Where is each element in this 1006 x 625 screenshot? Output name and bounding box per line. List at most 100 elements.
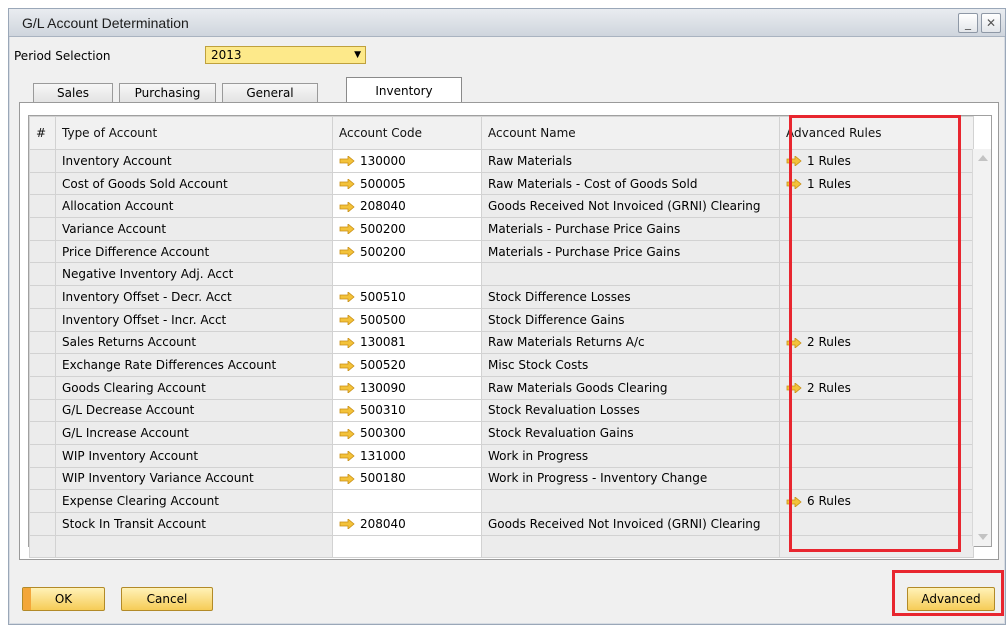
row-number-cell[interactable] [29,262,56,287]
account-code-value: 208040 [360,516,406,531]
account-type-cell: Expense Clearing Account [55,489,333,513]
tab-inventory[interactable]: Inventory [346,77,462,103]
row-number-cell[interactable] [29,285,56,309]
column-header-number: # [29,116,56,150]
link-arrow-icon[interactable] [339,247,355,258]
link-arrow-icon[interactable] [339,292,355,303]
link-arrow-icon[interactable] [339,428,355,439]
account-code-cell[interactable]: 500520 [332,353,482,377]
account-code-cell[interactable]: 131000 [332,443,482,468]
row-number-cell[interactable] [29,239,56,264]
account-name-cell: Raw Materials [481,149,780,173]
account-name-cell [481,534,780,559]
account-type-cell: Exchange Rate Differences Account [55,353,333,377]
account-name-cell: Raw Materials Goods Clearing [481,375,780,400]
row-number-cell[interactable] [29,443,56,468]
link-arrow-icon[interactable] [339,383,355,394]
minimize-button[interactable]: _ [958,13,978,33]
account-type-cell: Sales Returns Account [55,330,333,355]
account-code-cell[interactable]: 500005 [332,171,482,196]
cancel-button[interactable]: Cancel [121,587,213,611]
account-name-cell: Work in Progress [481,443,780,468]
row-number-cell[interactable] [29,466,56,491]
tab-purchasing[interactable]: Purchasing [119,83,216,103]
link-arrow-icon[interactable] [339,473,355,484]
account-code-value: 130081 [360,335,406,350]
account-name-cell: Stock Revaluation Losses [481,398,780,423]
chevron-down-icon[interactable]: ▼ [354,47,361,63]
account-code-value: 500520 [360,358,406,373]
close-button[interactable]: ✕ [981,13,1001,33]
account-code-value: 130000 [360,153,406,168]
account-code-cell[interactable]: 500300 [332,421,482,445]
tab-general[interactable]: General [222,83,318,103]
row-number-cell[interactable] [29,149,56,173]
advanced-button[interactable]: Advanced [907,587,995,611]
account-code-cell[interactable]: 208040 [332,194,482,219]
account-code-value: 500500 [360,312,406,327]
scroll-up-icon[interactable] [978,155,988,161]
link-arrow-icon[interactable] [339,201,355,212]
column-header-code: Account Code [332,116,482,150]
link-arrow-icon[interactable] [339,360,355,371]
link-arrow-icon[interactable] [339,451,355,462]
account-code-cell[interactable]: 130090 [332,375,482,400]
account-code-cell[interactable]: 130000 [332,149,482,173]
link-arrow-icon[interactable] [339,337,355,348]
row-number-cell[interactable] [29,489,56,513]
link-arrow-icon[interactable] [339,179,355,190]
account-code-value: 500510 [360,289,406,304]
row-number-cell[interactable] [29,217,56,241]
account-type-cell: WIP Inventory Variance Account [55,466,333,491]
account-name-cell: Raw Materials Returns A/c [481,330,780,355]
account-type-cell [55,534,333,559]
account-code-cell[interactable]: 500200 [332,239,482,264]
link-arrow-icon[interactable] [339,519,355,530]
row-number-cell[interactable] [29,307,56,332]
account-code-cell[interactable] [332,489,482,513]
account-type-cell: G/L Increase Account [55,421,333,445]
link-arrow-icon[interactable] [339,224,355,235]
scroll-down-icon[interactable] [978,534,988,540]
link-arrow-icon[interactable] [339,405,355,416]
account-code-cell[interactable]: 500180 [332,466,482,491]
account-code-cell[interactable]: 500310 [332,398,482,423]
link-arrow-icon[interactable] [339,156,355,167]
account-code-value: 500005 [360,176,406,191]
row-number-cell[interactable] [29,421,56,445]
row-number-cell[interactable] [29,194,56,219]
account-type-cell: Price Difference Account [55,239,333,264]
account-code-value: 131000 [360,448,406,463]
account-code-cell[interactable] [332,534,482,559]
account-name-cell: Materials - Purchase Price Gains [481,239,780,264]
account-type-cell: Variance Account [55,217,333,241]
row-number-cell[interactable] [29,375,56,400]
account-name-cell: Materials - Purchase Price Gains [481,217,780,241]
period-selection-dropdown[interactable]: 2013 ▼ [205,46,366,64]
account-name-cell: Stock Revaluation Gains [481,421,780,445]
account-code-cell[interactable]: 130081 [332,330,482,355]
vertical-scrollbar[interactable] [972,149,991,546]
account-code-cell[interactable]: 500500 [332,307,482,332]
row-number-cell[interactable] [29,171,56,196]
account-type-cell: Inventory Offset - Incr. Acct [55,307,333,332]
row-number-cell[interactable] [29,330,56,355]
account-code-value: 500310 [360,403,406,418]
title-bar: G/L Account Determination _ ✕ [9,9,1005,37]
account-type-cell: Goods Clearing Account [55,375,333,400]
account-code-cell[interactable]: 500200 [332,217,482,241]
row-number-cell[interactable] [29,353,56,377]
tab-sales[interactable]: Sales [33,83,113,103]
row-number-cell[interactable] [29,534,56,559]
link-arrow-icon[interactable] [339,315,355,326]
account-code-cell[interactable]: 208040 [332,512,482,536]
account-code-cell[interactable]: 500510 [332,285,482,309]
account-code-cell[interactable] [332,262,482,287]
row-number-cell[interactable] [29,398,56,423]
row-number-cell[interactable] [29,512,56,536]
ok-button[interactable]: OK [22,587,105,611]
account-name-cell: Misc Stock Costs [481,353,780,377]
account-name-cell: Stock Difference Gains [481,307,780,332]
account-name-cell [481,489,780,513]
account-code-value: 500300 [360,426,406,441]
